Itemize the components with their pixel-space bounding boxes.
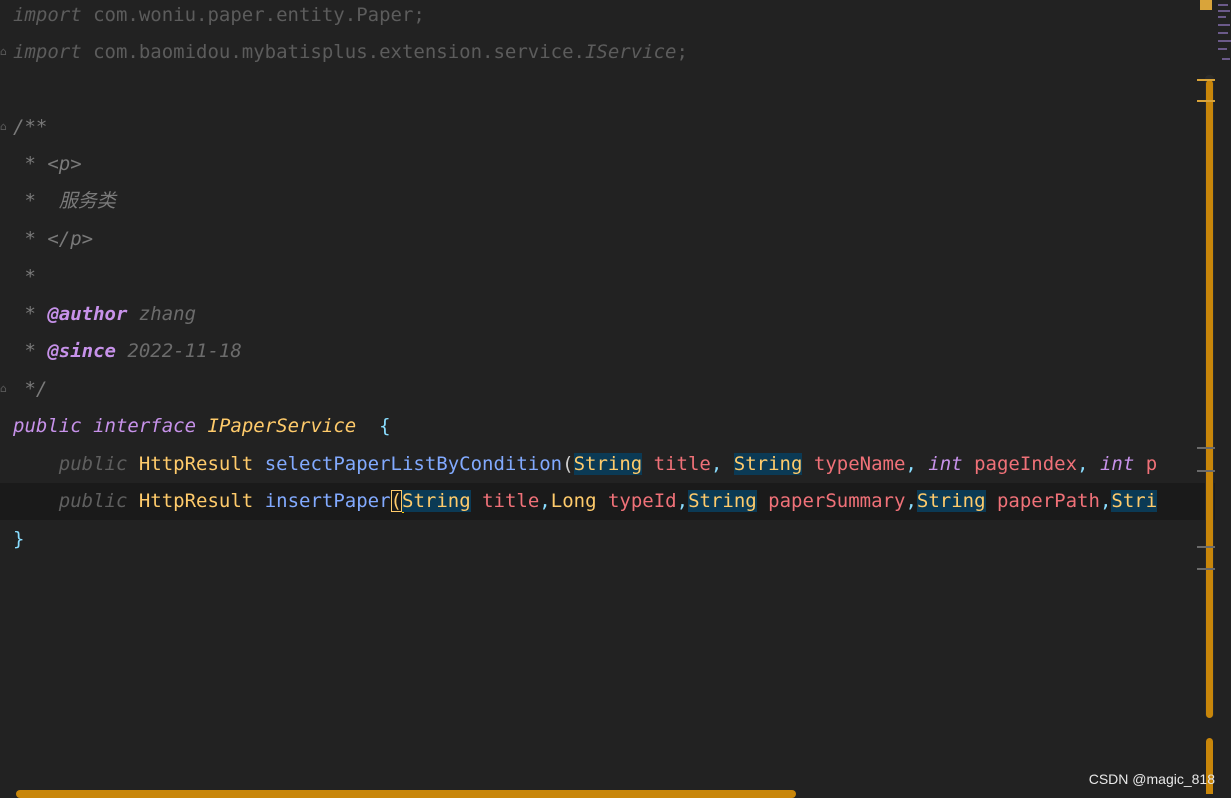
public-keyword: public (58, 453, 128, 475)
code-line-8[interactable]: * (0, 259, 1215, 296)
import-semicolon: ; (676, 41, 688, 63)
doc-comment-open: /** (13, 116, 48, 138)
code-line-6[interactable]: * 服务类 (0, 183, 1215, 220)
doc-author-tag: @author (47, 303, 128, 325)
import-path: com.baomidou.mybatisplus.extension.servi… (93, 41, 585, 63)
doc-comment-close: */ (13, 378, 48, 400)
code-line-9[interactable]: * @author zhang (0, 296, 1215, 333)
param-name: pageIndex (974, 453, 1078, 475)
import-path: com.woniu.paper.entity.Paper; (93, 4, 425, 26)
public-keyword: public (13, 415, 82, 437)
comma: , (539, 490, 551, 512)
code-line-2[interactable]: ⌂ import com.baomidou.mybatisplus.extens… (0, 34, 1215, 71)
comma: , (710, 453, 723, 475)
code-line-4[interactable]: ⌂ /** (0, 109, 1215, 146)
param-name: paperPath (996, 490, 1100, 512)
scroll-marker[interactable] (1197, 546, 1215, 548)
param-type: String (916, 490, 986, 512)
code-line-10[interactable]: * @since 2022-11-18 (0, 333, 1215, 370)
fold-end-icon[interactable]: ⌂ (0, 46, 9, 57)
open-brace: { (379, 415, 391, 437)
code-line-12[interactable]: public interface IPaperService { (0, 408, 1215, 445)
scroll-marker[interactable] (1197, 470, 1215, 472)
return-type: HttpResult (138, 453, 254, 475)
param-name: title (653, 453, 711, 475)
minimap[interactable] (1216, 0, 1231, 70)
code-line-7[interactable]: * </p> (0, 221, 1215, 258)
doc-comment-line: * 服务类 (13, 190, 116, 212)
comma: , (1077, 453, 1089, 475)
close-brace: } (13, 528, 25, 550)
watermark: CSDN @magic_818 (1088, 771, 1215, 787)
doc-comment-prefix: * (13, 303, 48, 325)
comma: , (1099, 490, 1112, 512)
method-name: insertPaper (264, 490, 391, 512)
param-type: int (928, 453, 963, 475)
fold-start-icon[interactable]: ⌂ (0, 121, 9, 132)
code-editor[interactable]: import com.woniu.paper.entity.Paper; ⌂ i… (0, 0, 1215, 790)
scroll-marker[interactable] (1197, 568, 1215, 570)
doc-comment-line: * (13, 266, 36, 288)
vertical-scrollbar-thumb[interactable] (1206, 80, 1213, 718)
param-type: Stri (1111, 490, 1158, 512)
minimap-line (1218, 4, 1228, 6)
param-name: p (1145, 453, 1158, 475)
param-name: paperSummary (768, 490, 906, 512)
minimap-line (1218, 48, 1227, 50)
code-line-5[interactable]: * <p> (0, 146, 1215, 183)
param-type: int (1099, 453, 1135, 475)
doc-since-value: 2022-11-18 (115, 340, 242, 362)
doc-comment-line: * </p> (13, 228, 94, 250)
comma: , (905, 453, 917, 475)
return-type: HttpResult (138, 490, 254, 512)
code-line-13[interactable]: public HttpResult selectPaperListByCondi… (0, 446, 1215, 483)
doc-comment-line: * <p> (13, 153, 82, 175)
interface-keyword: interface (93, 415, 197, 437)
minimap-line (1218, 32, 1228, 34)
import-keyword: import (13, 41, 82, 63)
minimap-line (1222, 58, 1230, 60)
param-name: typeId (607, 490, 677, 512)
param-type: String (573, 453, 643, 475)
public-keyword: public (58, 490, 128, 512)
matched-paren: ( (390, 490, 402, 512)
param-type: String (733, 453, 803, 475)
warning-marker[interactable] (1200, 0, 1212, 10)
interface-name: IPaperService (207, 415, 357, 437)
open-paren: ( (562, 453, 574, 475)
comma: , (905, 490, 917, 512)
code-line-14[interactable]: public HttpResult insertPaper(String tit… (0, 483, 1215, 520)
doc-comment-prefix: * (13, 340, 48, 362)
code-line-15[interactable]: } (0, 521, 1215, 558)
scroll-marker[interactable] (1197, 447, 1215, 449)
minimap-line (1218, 40, 1231, 42)
doc-since-tag: @since (47, 340, 116, 362)
scroll-marker[interactable] (1197, 100, 1215, 102)
param-name: typeName (813, 453, 906, 475)
code-line-11[interactable]: ⌂ */ (0, 371, 1215, 408)
param-type: Long (550, 490, 597, 512)
param-name: title (482, 490, 540, 512)
minimap-line (1218, 24, 1230, 26)
comma: , (676, 490, 689, 512)
fold-end-icon[interactable]: ⌂ (0, 383, 9, 394)
scroll-marker[interactable] (1197, 79, 1215, 81)
param-type: String (402, 490, 471, 512)
horizontal-scrollbar-thumb[interactable] (16, 790, 796, 798)
doc-author-value: zhang (127, 303, 197, 325)
code-line-1[interactable]: import com.woniu.paper.entity.Paper; (0, 0, 1215, 34)
import-keyword: import (13, 4, 82, 26)
param-type: String (688, 490, 757, 512)
minimap-line (1218, 10, 1230, 12)
method-name: selectPaperListByCondition (264, 453, 563, 475)
import-class: IService (584, 41, 677, 63)
minimap-line (1218, 16, 1226, 18)
